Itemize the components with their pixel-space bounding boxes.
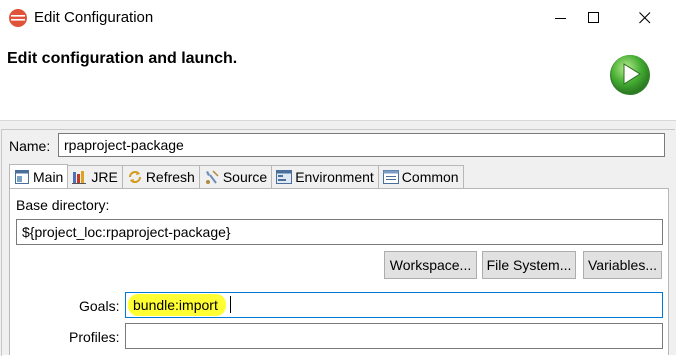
goals-field[interactable]: bundle:import (125, 292, 663, 318)
base-directory-label: Base directory: (16, 197, 110, 213)
launch-run-icon (610, 55, 650, 95)
profiles-label: Profiles: (69, 329, 120, 345)
tab-jre[interactable]: JRE (67, 165, 123, 188)
file-system-button[interactable]: File System... (482, 251, 576, 279)
name-field[interactable]: rpaproject-package (58, 133, 665, 157)
tab-common[interactable]: Common (377, 165, 464, 188)
page-title: Edit configuration and launch. (7, 50, 238, 67)
close-icon (639, 12, 651, 24)
tab-common-label: Common (401, 169, 459, 185)
tab-jre-label: JRE (91, 169, 118, 185)
tab-bar: Main JRE Refresh Source Environment Comm… (9, 164, 464, 189)
title-bar: Edit Configuration (0, 0, 676, 36)
text-caret (230, 296, 231, 313)
name-label: Name: (9, 138, 51, 154)
tab-source[interactable]: Source (198, 165, 273, 188)
main-tab-icon (14, 169, 30, 185)
profiles-field[interactable] (125, 323, 663, 349)
jre-icon (72, 169, 88, 185)
window-title: Edit Configuration (34, 9, 154, 26)
maximize-icon (588, 12, 599, 23)
eclipse-app-icon (9, 9, 27, 27)
variables-button[interactable]: Variables... (583, 251, 662, 279)
source-icon (204, 169, 220, 185)
workspace-button[interactable]: Workspace... (384, 251, 477, 279)
tab-refresh-label: Refresh (145, 169, 195, 185)
tab-environment[interactable]: Environment (271, 165, 379, 188)
tab-refresh[interactable]: Refresh (121, 165, 200, 188)
refresh-icon (127, 169, 143, 185)
tab-source-label: Source (222, 169, 268, 185)
goals-value-highlight: bundle:import (128, 294, 226, 316)
base-directory-field[interactable]: ${project_loc:rpaproject-package} (16, 219, 663, 245)
tab-main-label: Main (33, 169, 64, 185)
tab-environment-label: Environment (295, 169, 374, 185)
minimize-icon (555, 18, 566, 19)
close-button[interactable] (622, 0, 668, 36)
maximize-button[interactable] (571, 0, 617, 36)
goals-label: Goals: (79, 298, 120, 314)
dialog-header: Edit configuration and launch. (0, 36, 676, 120)
common-icon (382, 169, 399, 185)
tab-main[interactable]: Main (9, 164, 69, 189)
environment-icon (276, 169, 293, 185)
